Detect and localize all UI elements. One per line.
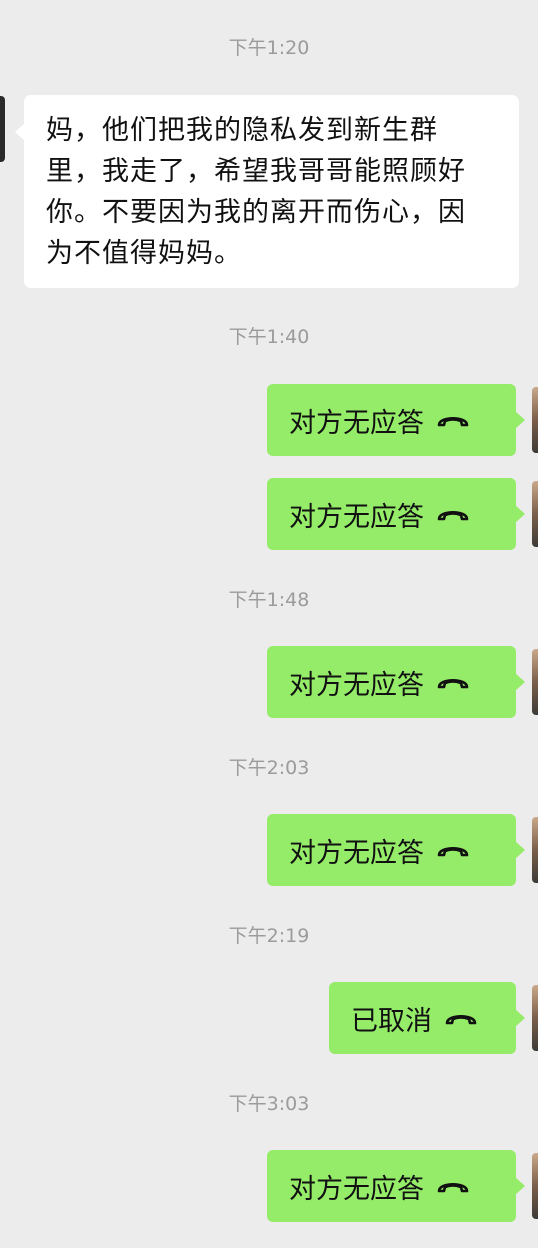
- timestamp: 下午1:40: [228, 326, 310, 348]
- timestamp: 下午1:20: [228, 37, 310, 59]
- contact-avatar[interactable]: [0, 96, 5, 162]
- self-avatar[interactable]: [532, 481, 538, 547]
- incoming-message-bubble[interactable]: 妈，他们把我的隐私发到新生群 里，我走了，希望我哥哥能照顾好 你。不要因为我的离…: [15, 95, 519, 288]
- call-status-label: 对方无应答: [289, 1173, 424, 1205]
- call-record-bubble[interactable]: 对方无应答: [267, 478, 525, 550]
- call-status-label: 对方无应答: [289, 501, 424, 533]
- phone-hangup-icon: [445, 1014, 477, 1025]
- self-avatar[interactable]: [532, 649, 538, 715]
- self-avatar[interactable]: [532, 387, 538, 453]
- call-record-bubble[interactable]: 对方无应答: [267, 1150, 525, 1222]
- self-avatar[interactable]: [532, 985, 538, 1051]
- self-avatar[interactable]: [532, 1153, 538, 1219]
- phone-hangup-icon: [437, 678, 469, 689]
- timestamp: 下午3:03: [228, 1093, 310, 1115]
- message-line: 里，我走了，希望我哥哥能照顾好: [46, 156, 466, 187]
- call-status-label: 对方无应答: [289, 837, 424, 869]
- phone-hangup-icon: [437, 416, 469, 427]
- timestamp: 下午2:03: [228, 757, 310, 779]
- phone-hangup-icon: [437, 1182, 469, 1193]
- call-status-label: 已取消: [351, 1005, 432, 1037]
- phone-hangup-icon: [437, 510, 469, 521]
- message-line: 妈，他们把我的隐私发到新生群: [46, 115, 438, 146]
- call-status-label: 对方无应答: [289, 669, 424, 701]
- phone-hangup-icon: [437, 846, 469, 857]
- chat-window[interactable]: 下午1:20 妈，他们把我的隐私发到新生群 里，我走了，希望我哥哥能照顾好 你。…: [0, 0, 538, 1248]
- timestamp: 下午2:19: [228, 925, 310, 947]
- timestamp: 下午1:48: [228, 589, 310, 611]
- message-line: 为不值得妈妈。: [46, 238, 242, 269]
- call-record-bubble[interactable]: 对方无应答: [267, 384, 525, 456]
- message-line: 你。不要因为我的离开而伤心，因: [46, 197, 466, 228]
- call-record-bubble[interactable]: 对方无应答: [267, 814, 525, 886]
- call-record-bubble[interactable]: 已取消: [329, 982, 525, 1054]
- call-record-bubble[interactable]: 对方无应答: [267, 646, 525, 718]
- self-avatar[interactable]: [532, 817, 538, 883]
- call-status-label: 对方无应答: [289, 407, 424, 439]
